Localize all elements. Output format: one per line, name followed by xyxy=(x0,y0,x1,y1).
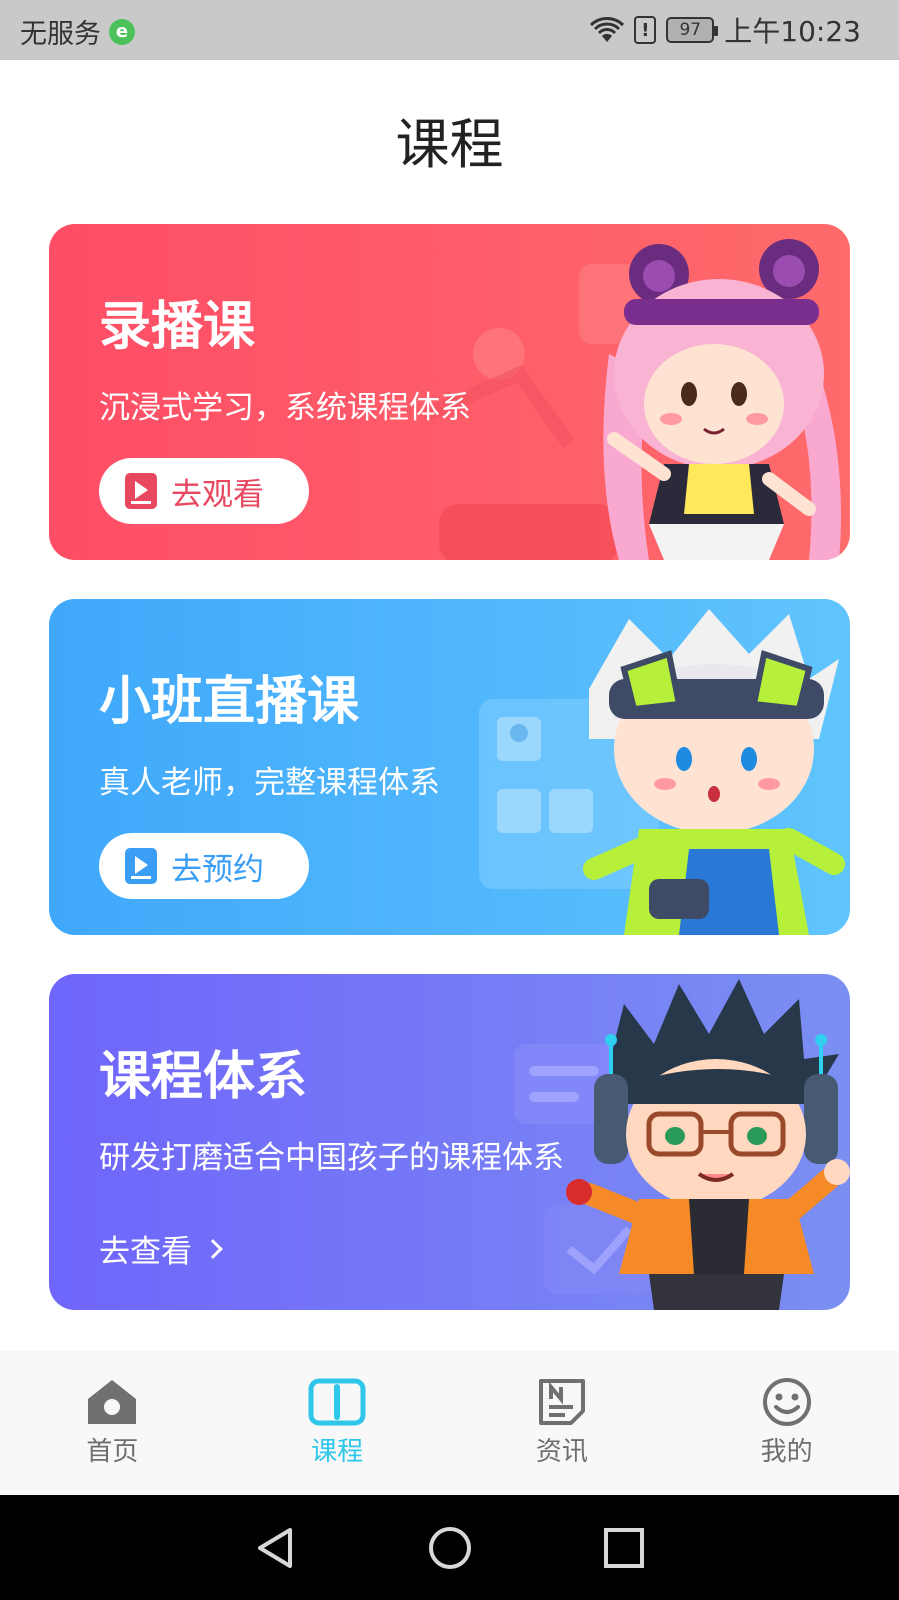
tab-profile[interactable]: 我的 xyxy=(674,1351,899,1495)
tab-news[interactable]: 资讯 xyxy=(450,1351,675,1495)
card-live-course[interactable]: 小班直播课 真人老师，完整课程体系 去预约 xyxy=(49,599,850,935)
smiley-icon xyxy=(762,1378,811,1426)
sim-alert-icon: ! xyxy=(634,16,657,44)
chevron-right-icon xyxy=(203,1238,223,1259)
card-title: 课程体系 xyxy=(99,1047,308,1107)
page-title: 课程 xyxy=(395,113,504,176)
card-subtitle: 沉浸式学习，系统课程体系 xyxy=(99,390,471,426)
status-bar: 无服务 e ! 97 上午10:23 xyxy=(0,0,899,60)
card-title: 录播课 xyxy=(99,297,256,357)
recents-square-icon[interactable] xyxy=(602,1526,646,1570)
e-browser-icon: e xyxy=(109,18,135,45)
battery-icon: 97 xyxy=(666,17,719,43)
status-left: 无服务 e xyxy=(20,12,135,51)
book-button-label: 去预约 xyxy=(171,851,264,888)
watch-button[interactable]: 去观看 xyxy=(99,458,309,524)
tab-label: 我的 xyxy=(760,1437,813,1467)
bottom-tab-bar: 首页 课程 资讯 我的 xyxy=(0,1351,899,1495)
status-right: ! 97 上午10:23 xyxy=(590,10,861,50)
back-triangle-icon[interactable] xyxy=(254,1526,298,1570)
tab-label: 资讯 xyxy=(535,1437,588,1467)
news-icon xyxy=(538,1379,585,1425)
view-link-label: 去查看 xyxy=(99,1234,192,1270)
tab-home[interactable]: 首页 xyxy=(0,1351,225,1495)
clock: 上午10:23 xyxy=(724,15,861,48)
wifi-icon xyxy=(590,17,625,42)
watch-button-label: 去观看 xyxy=(171,476,264,513)
video-play-icon xyxy=(125,473,157,509)
view-link[interactable]: 去查看 xyxy=(99,1226,223,1271)
home-circle-icon[interactable] xyxy=(428,1526,472,1570)
book-button[interactable]: 去预约 xyxy=(99,833,309,899)
system-navigation-bar xyxy=(0,1495,899,1600)
book-icon xyxy=(308,1378,366,1426)
carrier-text: 无服务 xyxy=(20,19,101,50)
card-subtitle: 研发打磨适合中国孩子的课程体系 xyxy=(99,1140,564,1176)
home-icon xyxy=(88,1380,137,1424)
card-recorded-course[interactable]: 录播课 沉浸式学习，系统课程体系 去观看 xyxy=(49,224,850,560)
tab-courses[interactable]: 课程 xyxy=(225,1351,450,1495)
card-title: 小班直播课 xyxy=(99,672,360,732)
video-play-icon xyxy=(125,848,157,884)
tab-label: 课程 xyxy=(311,1437,364,1467)
card-subtitle: 真人老师，完整课程体系 xyxy=(99,765,440,801)
tab-label: 首页 xyxy=(86,1437,139,1467)
card-course-system[interactable]: 课程体系 研发打磨适合中国孩子的课程体系 去查看 xyxy=(49,974,850,1310)
